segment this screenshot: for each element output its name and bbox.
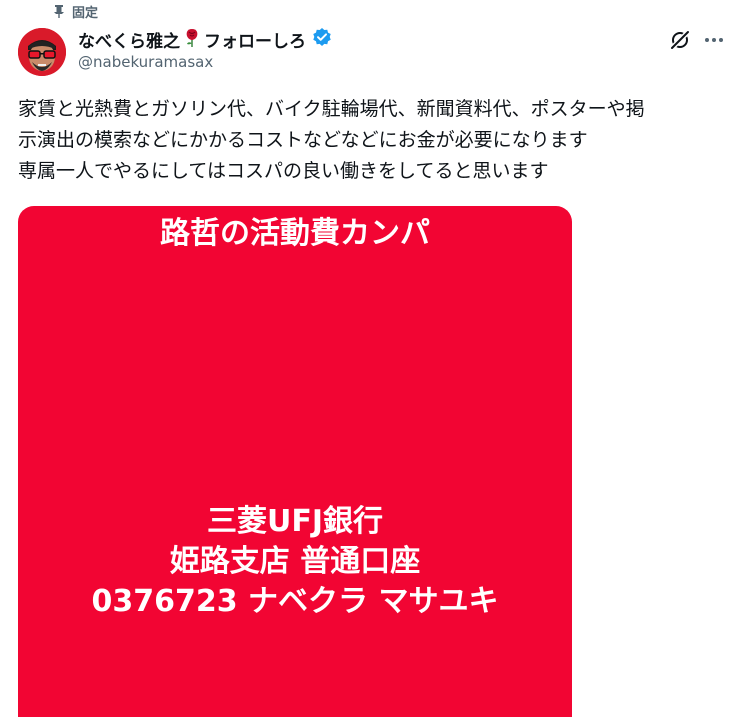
pinned-label: 固定 [72,5,99,21]
pin-icon [52,4,66,18]
author-name[interactable]: なべくら雅之 [78,27,180,52]
rose-icon [183,26,201,52]
post-image[interactable]: 路哲の活動費カンパ 三菱UFJ銀行 姫路支店 普通口座 0376723 ナベクラ… [18,206,572,717]
grok-icon[interactable] [668,28,692,52]
post-text: 家賃と光熱費とガソリン代、バイク駐輪場代、新聞資料代、ポスターや掲 示演出の模索… [18,94,724,187]
post-text-line: 示演出の模索などにかかるコストなどなどにお金が必要になります [18,129,588,151]
image-bank-info: 三菱UFJ銀行 姫路支店 普通口座 0376723 ナベクラ マサユキ [18,502,572,622]
post-container: 固定 なべくら雅之 フォローしろ @nabekuramasax 家賃と光熱費とガ… [0,0,733,717]
author-name-suffix[interactable]: フォローしろ [204,27,306,52]
image-bank-line: 姫路支店 普通口座 [169,544,421,579]
post-text-line: 家賃と光熱費とガソリン代、バイク駐輪場代、新聞資料代、ポスターや掲 [18,98,645,120]
image-bank-line: 三菱UFJ銀行 [206,504,383,539]
image-title: 路哲の活動費カンパ [160,216,430,251]
avatar[interactable] [18,28,66,76]
post-text-line: 専属一人でやるにしてはコスパの良い働きをしてると思います [18,160,549,182]
image-bank-line: 0376723 ナベクラ マサユキ [91,584,499,619]
author-name-row[interactable]: なべくら雅之 フォローしろ [78,26,332,52]
more-options-icon[interactable] [702,28,726,52]
author-handle[interactable]: @nabekuramasax [78,53,213,71]
pinned-indicator: 固定 [52,2,99,21]
verified-badge-icon [309,27,332,51]
